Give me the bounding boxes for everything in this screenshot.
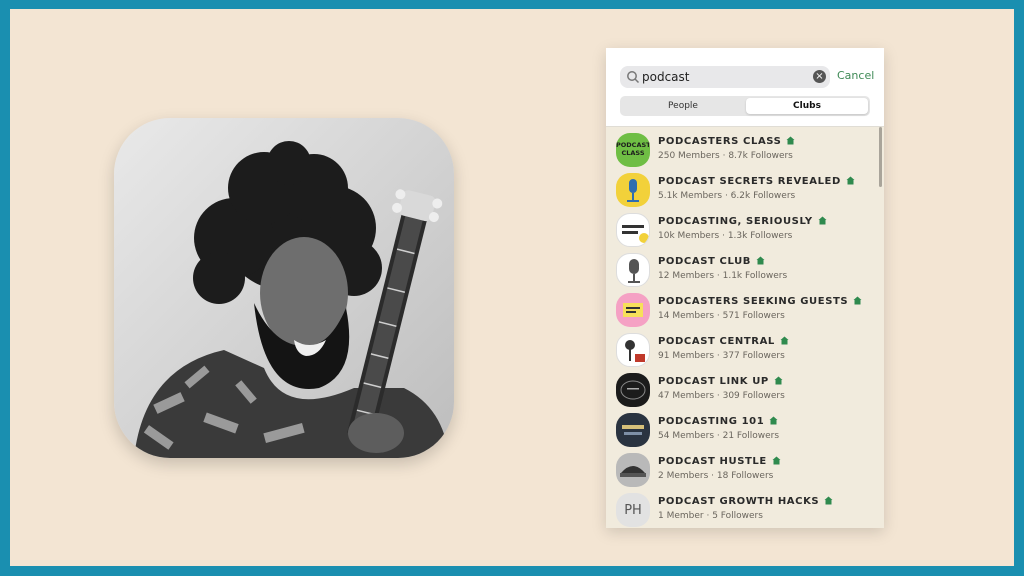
search-icon bbox=[627, 71, 640, 84]
cap-icon bbox=[620, 466, 646, 477]
search-panel: × Cancel People Clubs PODCAST CLASS PODC… bbox=[606, 48, 884, 528]
avatar-initials: PH bbox=[624, 503, 642, 518]
club-avatar bbox=[616, 253, 650, 287]
cancel-button[interactable]: Cancel bbox=[837, 69, 874, 82]
search-bar[interactable]: × bbox=[620, 66, 830, 88]
club-name: PODCAST SECRETS REVEALED bbox=[658, 176, 855, 187]
club-avatar bbox=[616, 213, 650, 247]
club-avatar bbox=[616, 453, 650, 487]
club-stats: 2 Members · 18 Followers bbox=[658, 471, 774, 481]
club-stats: 14 Members · 571 Followers bbox=[658, 311, 785, 321]
list-item[interactable]: PODCAST CENTRAL 91 Members · 377 Followe… bbox=[606, 327, 876, 367]
musician-illustration bbox=[134, 141, 449, 458]
list-item[interactable]: PODCAST CLUB 12 Members · 1.1k Followers bbox=[606, 247, 876, 287]
club-results-list: PODCAST CLASS PODCASTERS CLASS 250 Membe… bbox=[606, 127, 884, 528]
scrollbar[interactable] bbox=[879, 127, 882, 187]
house-icon bbox=[786, 136, 795, 145]
club-avatar bbox=[616, 413, 650, 447]
house-icon bbox=[818, 216, 827, 225]
club-stats: 54 Members · 21 Followers bbox=[658, 431, 780, 441]
house-icon bbox=[772, 456, 781, 465]
club-name: PODCAST CENTRAL bbox=[658, 336, 789, 347]
list-item[interactable]: PODCASTING, SERIOUSLY 10k Members · 1.3k… bbox=[606, 207, 876, 247]
club-avatar: PODCAST CLASS bbox=[616, 133, 650, 167]
house-icon bbox=[769, 416, 778, 425]
tab-clubs[interactable]: Clubs bbox=[746, 98, 868, 114]
list-item[interactable]: PODCAST HUSTLE 2 Members · 18 Followers bbox=[606, 447, 876, 487]
profile-photo bbox=[114, 118, 454, 458]
club-stats: 47 Members · 309 Followers bbox=[658, 391, 785, 401]
club-avatar bbox=[616, 173, 650, 207]
tab-people[interactable]: People bbox=[622, 98, 744, 114]
logo-icon bbox=[620, 380, 646, 400]
avatar-label: PODCAST CLASS bbox=[616, 141, 650, 157]
microphone-stand-icon bbox=[625, 340, 645, 362]
house-icon bbox=[756, 256, 765, 265]
logo-icon bbox=[622, 425, 644, 435]
search-input[interactable] bbox=[642, 68, 802, 86]
club-name: PODCASTERS CLASS bbox=[658, 136, 795, 147]
club-avatar bbox=[616, 293, 650, 327]
microphone-icon bbox=[627, 179, 639, 202]
house-icon bbox=[824, 496, 833, 505]
club-name: PODCAST LINK UP bbox=[658, 376, 783, 387]
club-stats: 12 Members · 1.1k Followers bbox=[658, 271, 788, 281]
club-name: PODCAST GROWTH HACKS bbox=[658, 496, 833, 507]
list-item[interactable]: PODCAST SECRETS REVEALED 5.1k Members · … bbox=[606, 167, 876, 207]
list-item[interactable]: PODCAST CLASS PODCASTERS CLASS 250 Membe… bbox=[606, 127, 876, 167]
house-icon bbox=[853, 296, 862, 305]
club-name: PODCASTING, SERIOUSLY bbox=[658, 216, 827, 227]
house-icon bbox=[774, 376, 783, 385]
club-name: PODCAST CLUB bbox=[658, 256, 765, 267]
club-avatar: PH bbox=[616, 493, 650, 527]
club-stats: 91 Members · 377 Followers bbox=[658, 351, 785, 361]
badge-icon bbox=[623, 303, 643, 317]
club-stats: 5.1k Members · 6.2k Followers bbox=[658, 191, 796, 201]
club-stats: 250 Members · 8.7k Followers bbox=[658, 151, 793, 161]
list-item[interactable]: PH PODCAST GROWTH HACKS 1 Member · 5 Fol… bbox=[606, 487, 876, 527]
house-icon bbox=[780, 336, 789, 345]
club-stats: 1 Member · 5 Followers bbox=[658, 511, 763, 521]
club-name: PODCASTING 101 bbox=[658, 416, 778, 427]
clear-icon[interactable]: × bbox=[813, 70, 826, 83]
list-item[interactable]: PODCASTING 101 54 Members · 21 Followers bbox=[606, 407, 876, 447]
list-item[interactable]: PODCASTERS SEEKING GUESTS 14 Members · 5… bbox=[606, 287, 876, 327]
club-name: PODCASTERS SEEKING GUESTS bbox=[658, 296, 862, 307]
club-name: PODCAST HUSTLE bbox=[658, 456, 781, 467]
club-avatar bbox=[616, 373, 650, 407]
club-stats: 10k Members · 1.3k Followers bbox=[658, 231, 793, 241]
club-avatar bbox=[616, 333, 650, 367]
logo-icon bbox=[622, 225, 649, 243]
microphone-icon bbox=[628, 259, 640, 283]
segmented-control: People Clubs bbox=[620, 96, 870, 116]
house-icon bbox=[846, 176, 855, 185]
list-item[interactable]: PODCAST LINK UP 47 Members · 309 Followe… bbox=[606, 367, 876, 407]
